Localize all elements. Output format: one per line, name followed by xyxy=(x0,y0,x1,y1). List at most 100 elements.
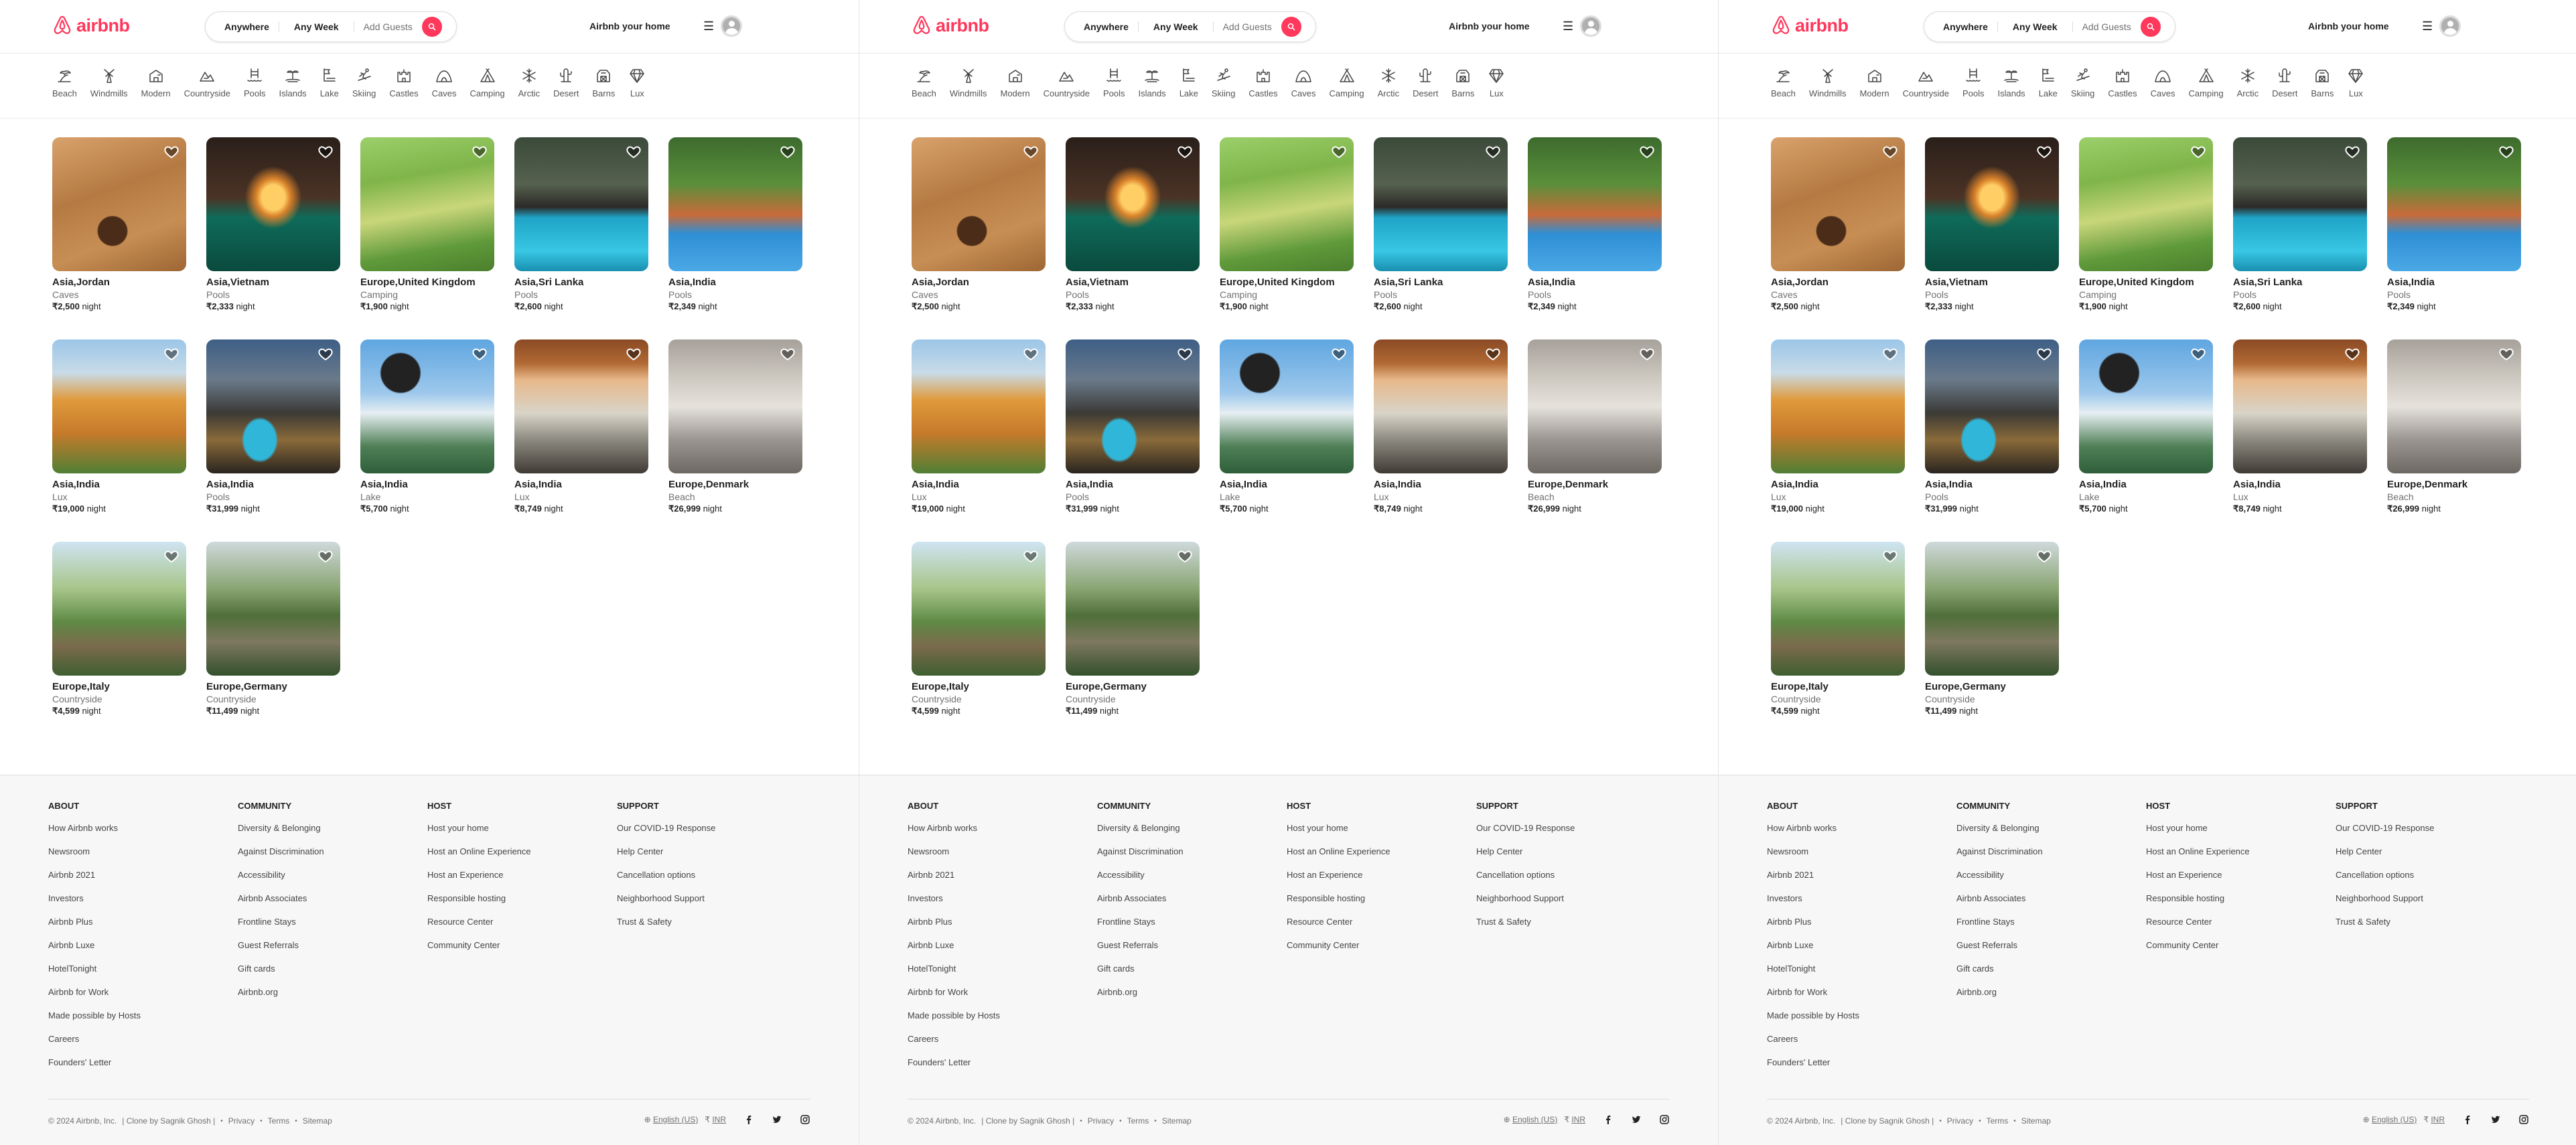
footer-link[interactable]: Investors xyxy=(908,893,1097,903)
category-arctic[interactable]: Arctic xyxy=(518,67,540,98)
search-any-week[interactable]: Any Week xyxy=(278,21,354,32)
listing-photo[interactable] xyxy=(206,339,340,473)
wishlist-heart-button[interactable] xyxy=(472,144,488,160)
user-menu-button[interactable]: ☰ xyxy=(1556,12,1609,40)
airbnb-logo[interactable]: airbnb xyxy=(1771,15,1849,36)
footer-link[interactable]: Accessibility xyxy=(1956,870,2146,880)
listing-card[interactable]: Europe,Germany Countryside ₹11,499 night xyxy=(1066,542,1200,717)
listing-photo[interactable] xyxy=(1925,339,2059,473)
footer-link[interactable]: Airbnb Associates xyxy=(1956,893,2146,903)
footer-link[interactable]: Careers xyxy=(908,1034,1097,1044)
listing-photo[interactable] xyxy=(1220,137,1354,271)
footer-link[interactable]: Responsible hosting xyxy=(2146,893,2336,903)
listing-photo[interactable] xyxy=(1771,542,1905,676)
listing-photo[interactable] xyxy=(360,137,494,271)
wishlist-heart-button[interactable] xyxy=(780,346,796,362)
listing-photo[interactable] xyxy=(1925,137,2059,271)
listing-card[interactable]: Europe,Italy Countryside ₹4,599 night xyxy=(1771,542,1905,717)
user-menu-button[interactable]: ☰ xyxy=(2415,12,2469,40)
category-caves[interactable]: Caves xyxy=(432,67,457,98)
wishlist-heart-button[interactable] xyxy=(2498,346,2514,362)
footer-link[interactable]: HotelTonight xyxy=(1767,964,1956,974)
footer-link[interactable]: Neighborhood Support xyxy=(1476,893,1666,903)
listing-card[interactable]: Europe,Denmark Beach ₹26,999 night xyxy=(1528,339,1662,515)
wishlist-heart-button[interactable] xyxy=(2036,548,2052,564)
footer-link[interactable]: Help Center xyxy=(1476,846,1666,856)
category-desert[interactable]: Desert xyxy=(1413,67,1438,98)
wishlist-heart-button[interactable] xyxy=(1882,548,1898,564)
terms-link[interactable]: Terms xyxy=(268,1116,290,1126)
footer-link[interactable]: Against Discrimination xyxy=(1097,846,1287,856)
footer-link[interactable]: Host an Experience xyxy=(2146,870,2336,880)
listing-photo[interactable] xyxy=(206,542,340,676)
footer-link[interactable]: Airbnb 2021 xyxy=(48,870,238,880)
footer-link[interactable]: Our COVID-19 Response xyxy=(2336,823,2525,833)
category-desert[interactable]: Desert xyxy=(2272,67,2297,98)
wishlist-heart-button[interactable] xyxy=(626,346,642,362)
currency-selector[interactable]: ₹ INR xyxy=(705,1115,726,1124)
footer-link[interactable]: Help Center xyxy=(617,846,806,856)
listing-card[interactable]: Asia,India Pools ₹31,999 night xyxy=(1066,339,1200,515)
user-menu-button[interactable]: ☰ xyxy=(697,12,750,40)
wishlist-heart-button[interactable] xyxy=(1331,144,1347,160)
footer-link[interactable]: Gift cards xyxy=(1956,964,2146,974)
listing-card[interactable]: Europe,United Kingdom Camping ₹1,900 nig… xyxy=(360,137,494,313)
listing-photo[interactable] xyxy=(1925,542,2059,676)
footer-link[interactable]: Accessibility xyxy=(238,870,427,880)
wishlist-heart-button[interactable] xyxy=(1023,346,1039,362)
footer-link[interactable]: Careers xyxy=(1767,1034,1956,1044)
footer-link[interactable]: Airbnb Luxe xyxy=(48,940,238,950)
listing-photo[interactable] xyxy=(2387,339,2521,473)
listing-card[interactable]: Europe,United Kingdom Camping ₹1,900 nig… xyxy=(1220,137,1354,313)
category-pools[interactable]: Pools xyxy=(1103,67,1125,98)
footer-link[interactable]: Airbnb 2021 xyxy=(908,870,1097,880)
footer-link[interactable]: Host your home xyxy=(427,823,617,833)
footer-link[interactable]: Cancellation options xyxy=(617,870,806,880)
listing-photo[interactable] xyxy=(912,339,1046,473)
listing-card[interactable]: Asia,Vietnam Pools ₹2,333 night xyxy=(1925,137,2059,313)
footer-link[interactable]: Cancellation options xyxy=(2336,870,2525,880)
footer-link[interactable]: HotelTonight xyxy=(908,964,1097,974)
airbnb-logo[interactable]: airbnb xyxy=(52,15,130,36)
search-bar[interactable]: Anywhere Any Week Add Guests xyxy=(1924,11,2175,42)
wishlist-heart-button[interactable] xyxy=(1639,144,1655,160)
footer-link[interactable]: Airbnb Luxe xyxy=(908,940,1097,950)
footer-link[interactable]: Founders' Letter xyxy=(908,1057,1097,1067)
terms-link[interactable]: Terms xyxy=(1987,1116,2009,1126)
footer-link[interactable]: Airbnb Plus xyxy=(48,917,238,927)
footer-link[interactable]: Trust & Safety xyxy=(617,917,806,927)
category-windmills[interactable]: Windmills xyxy=(1809,67,1847,98)
footer-link[interactable]: Newsroom xyxy=(1767,846,1956,856)
wishlist-heart-button[interactable] xyxy=(317,144,334,160)
footer-link[interactable]: Diversity & Belonging xyxy=(238,823,427,833)
language-selector[interactable]: ⊕ English (US) xyxy=(1504,1115,1558,1124)
listing-card[interactable]: Asia,India Lake ₹5,700 night xyxy=(360,339,494,515)
wishlist-heart-button[interactable] xyxy=(1177,346,1193,362)
sitemap-link[interactable]: Sitemap xyxy=(1162,1116,1192,1126)
listing-photo[interactable] xyxy=(206,137,340,271)
search-add-guests[interactable]: Add Guests xyxy=(354,21,422,32)
listing-card[interactable]: Asia,Jordan Caves ₹2,500 night xyxy=(912,137,1046,313)
sitemap-link[interactable]: Sitemap xyxy=(2021,1116,2051,1126)
search-any-week[interactable]: Any Week xyxy=(1997,21,2073,32)
footer-link[interactable]: Airbnb.org xyxy=(1097,987,1287,997)
footer-link[interactable]: Newsroom xyxy=(48,846,238,856)
listing-photo[interactable] xyxy=(1066,137,1200,271)
category-islands[interactable]: Islands xyxy=(1997,67,2025,98)
search-button[interactable] xyxy=(421,17,442,37)
footer-link[interactable]: Resource Center xyxy=(427,917,617,927)
footer-link[interactable]: Accessibility xyxy=(1097,870,1287,880)
listing-photo[interactable] xyxy=(2079,339,2213,473)
listing-photo[interactable] xyxy=(2079,137,2213,271)
footer-link[interactable]: Against Discrimination xyxy=(238,846,427,856)
listing-photo[interactable] xyxy=(1528,339,1662,473)
listing-photo[interactable] xyxy=(514,339,648,473)
category-windmills[interactable]: Windmills xyxy=(90,67,128,98)
category-lux[interactable]: Lux xyxy=(628,67,646,98)
footer-link[interactable]: Host an Experience xyxy=(427,870,617,880)
currency-selector[interactable]: ₹ INR xyxy=(1564,1115,1585,1124)
listing-card[interactable]: Asia,India Pools ₹31,999 night xyxy=(206,339,340,515)
footer-link[interactable]: Frontline Stays xyxy=(1956,917,2146,927)
listing-photo[interactable] xyxy=(52,339,186,473)
category-arctic[interactable]: Arctic xyxy=(2237,67,2259,98)
